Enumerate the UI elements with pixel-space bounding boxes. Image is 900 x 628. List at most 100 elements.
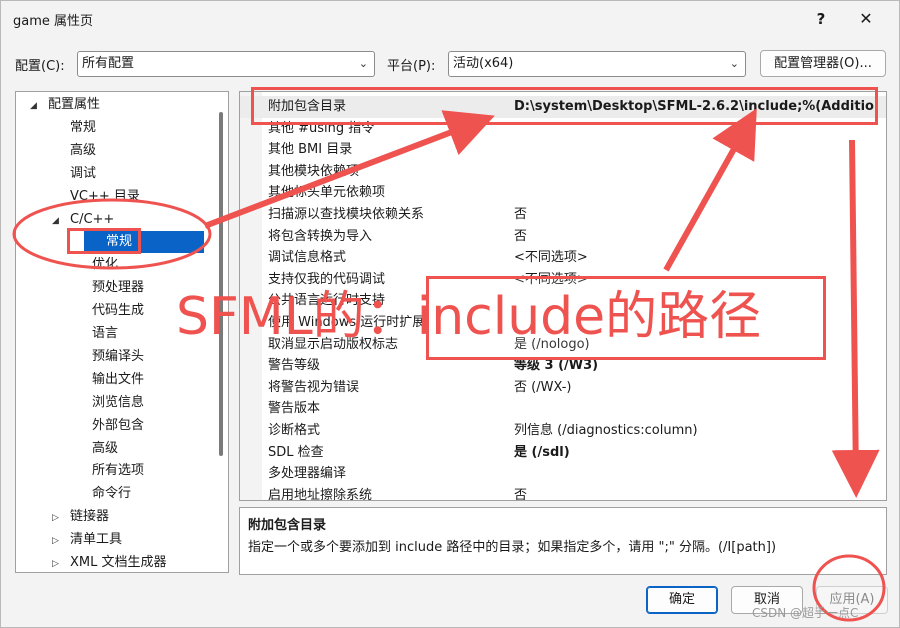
property-name: 将包含转换为导入 [268, 228, 373, 244]
config-combo-value: 所有配置 [82, 56, 135, 71]
property-row[interactable]: 将警告视为错误 否 (/WX-) [240, 377, 886, 399]
property-row[interactable]: 诊断格式 列信息 (/diagnostics:column) [240, 420, 886, 442]
property-row[interactable]: 多处理器编译 [240, 463, 886, 485]
tree-item[interactable]: 优化 [16, 254, 118, 276]
tree-item-label: 浏览信息 [92, 394, 145, 410]
property-row[interactable]: SDL 检查 是 (/sdl) [240, 442, 886, 464]
config-combo[interactable]: 所有配置 ⌄ [77, 51, 375, 77]
property-row[interactable]: 其他 #using 指令 [240, 118, 886, 140]
property-name: 取消显示启动版权标志 [268, 336, 399, 352]
tree-item-label: 链接器 [70, 509, 110, 525]
ok-button[interactable]: 确定 [646, 586, 718, 614]
property-row[interactable]: 附加包含目录 D:\system\Desktop\SFML-2.6.2\inclu… [240, 96, 886, 118]
tree-item-label: 命令行 [92, 486, 132, 502]
platform-combo[interactable]: 活动(x64) ⌄ [448, 51, 746, 77]
property-value[interactable]: D:\system\Desktop\SFML-2.6.2\include;%(A… [514, 96, 874, 118]
property-value[interactable]: 等级 3 (/W3) [514, 355, 598, 377]
collapse-triangle-icon[interactable]: ▷ [52, 507, 64, 529]
tree-item[interactable]: 高级 [16, 438, 118, 460]
property-value[interactable]: 列信息 (/diagnostics:column) [514, 420, 698, 442]
tree-item-label: XML 文档生成器 [70, 555, 167, 570]
platform-combo-value: 活动(x64) [453, 56, 514, 71]
property-row[interactable]: 启用地址擦除系统 否 [240, 485, 886, 500]
tree-item-label: 配置属性 [48, 97, 101, 112]
collapse-triangle-icon[interactable]: ▷ [52, 553, 64, 572]
title-bar: game 属性页 ? ✕ [1, 1, 900, 37]
property-row[interactable]: 公共语言运行时支持 [240, 290, 886, 312]
tree-item[interactable]: 代码生成 [16, 300, 144, 322]
property-row[interactable]: 调试信息格式 <不同选项> [240, 247, 886, 269]
tree-item[interactable]: ▷ 链接器 [16, 506, 109, 528]
property-name: 其他 #using 指令 [268, 120, 375, 136]
property-row[interactable]: 其他 BMI 目录 [240, 139, 886, 161]
platform-label: 平台(P): [387, 59, 436, 74]
property-name: 其他模块依赖项 [268, 163, 360, 179]
property-name: 扫描源以查找模块依赖关系 [268, 207, 425, 222]
property-row[interactable]: 警告等级 等级 3 (/W3) [240, 355, 886, 377]
tree-item[interactable]: ◢ C/C++ [16, 209, 114, 231]
tree-item-label: 清单工具 [70, 532, 123, 548]
tree-item-label: 语言 [92, 326, 119, 341]
tree-item-label: 所有选项 [92, 463, 145, 479]
tree-item[interactable]: VC++ 目录 [16, 186, 140, 208]
cancel-button[interactable]: 取消 [731, 586, 803, 614]
property-value[interactable]: 是 (/nologo) [514, 334, 590, 356]
property-name: 调试信息格式 [268, 250, 347, 266]
property-row[interactable]: 警告版本 [240, 398, 886, 420]
tree-item[interactable]: 预处理器 [16, 277, 144, 299]
tree-item[interactable]: 命令行 [16, 483, 131, 505]
property-grid[interactable]: 附加包含目录 D:\system\Desktop\SFML-2.6.2\inclu… [239, 91, 887, 501]
tree-item-label: 外部包含 [92, 417, 145, 433]
apply-button[interactable]: 应用(A) [816, 586, 888, 614]
tree-item-label: 预编译头 [92, 348, 145, 364]
window-title: game 属性页 [13, 14, 94, 29]
property-value[interactable]: 是 (/sdl) [514, 442, 570, 464]
close-button[interactable]: ✕ [853, 7, 879, 31]
property-row[interactable]: 使用 Windows 运行时扩展 [240, 312, 886, 334]
property-value[interactable]: 否 [514, 204, 527, 226]
property-name: 诊断格式 [268, 423, 321, 438]
property-row[interactable]: 取消显示启动版权标志 是 (/nologo) [240, 334, 886, 356]
tree-item[interactable]: ▷ XML 文档生成器 [16, 552, 167, 572]
property-value[interactable]: 否 [514, 226, 527, 248]
tree-item[interactable]: 所有选项 [16, 460, 144, 482]
expand-triangle-icon[interactable]: ◢ [52, 210, 64, 232]
property-row[interactable]: 扫描源以查找模块依赖关系 否 [240, 204, 886, 226]
property-value[interactable]: 否 (/WX-) [514, 377, 571, 399]
property-value[interactable]: <不同选项> [514, 247, 588, 269]
property-value[interactable]: <不同选项> [514, 269, 588, 291]
property-name: 支持仅我的代码调试 [268, 271, 386, 287]
chevron-down-icon: ⌄ [358, 57, 368, 70]
property-name: SDL 检查 [268, 444, 324, 460]
settings-tree[interactable]: ◢ 配置属性 常规 高级 调试 VC++ 目录 ◢ C/C++ 常规 优化 预处理器 代码生成 语言 预编… [15, 91, 229, 573]
tree-scrollbar-thumb[interactable] [219, 112, 223, 456]
tree-item[interactable]: 外部包含 [16, 415, 144, 437]
expand-triangle-icon[interactable]: ◢ [30, 95, 42, 117]
property-row[interactable]: 其他标头单元依赖项 [240, 182, 886, 204]
tree-item[interactable]: ◢ 配置属性 [16, 94, 100, 116]
help-button[interactable]: ? [809, 7, 833, 31]
property-name: 公共语言运行时支持 [268, 293, 386, 309]
tree-item[interactable]: 预编译头 [16, 346, 144, 368]
property-row[interactable]: 将包含转换为导入 否 [240, 226, 886, 248]
tree-scrollbar[interactable] [216, 98, 226, 568]
tree-item[interactable]: 语言 [16, 323, 118, 345]
tree-item[interactable]: 高级 [16, 140, 96, 162]
property-name: 附加包含目录 [268, 99, 347, 114]
tree-item[interactable]: ▷ 清单工具 [16, 529, 122, 551]
description-panel: 附加包含目录 指定一个或多个要添加到 include 路径中的目录；如果指定多个… [239, 507, 887, 575]
property-name: 警告版本 [268, 401, 321, 417]
config-manager-button[interactable]: 配置管理器(O)... [760, 50, 886, 77]
collapse-triangle-icon[interactable]: ▷ [52, 530, 64, 552]
property-row[interactable]: 其他模块依赖项 [240, 161, 886, 183]
tree-item[interactable]: 调试 [16, 163, 96, 185]
property-row[interactable]: 支持仅我的代码调试 <不同选项> [240, 269, 886, 291]
property-name: 多处理器编译 [268, 466, 347, 482]
property-value[interactable]: 否 [514, 485, 527, 500]
tree-item[interactable]: 输出文件 [16, 369, 144, 391]
chevron-down-icon: ⌄ [729, 57, 739, 70]
tree-item[interactable]: 浏览信息 [16, 392, 144, 414]
tree-item[interactable]: 常规 [84, 231, 204, 254]
tree-item[interactable]: 常规 [16, 117, 96, 139]
description-title: 附加包含目录 [248, 518, 327, 533]
